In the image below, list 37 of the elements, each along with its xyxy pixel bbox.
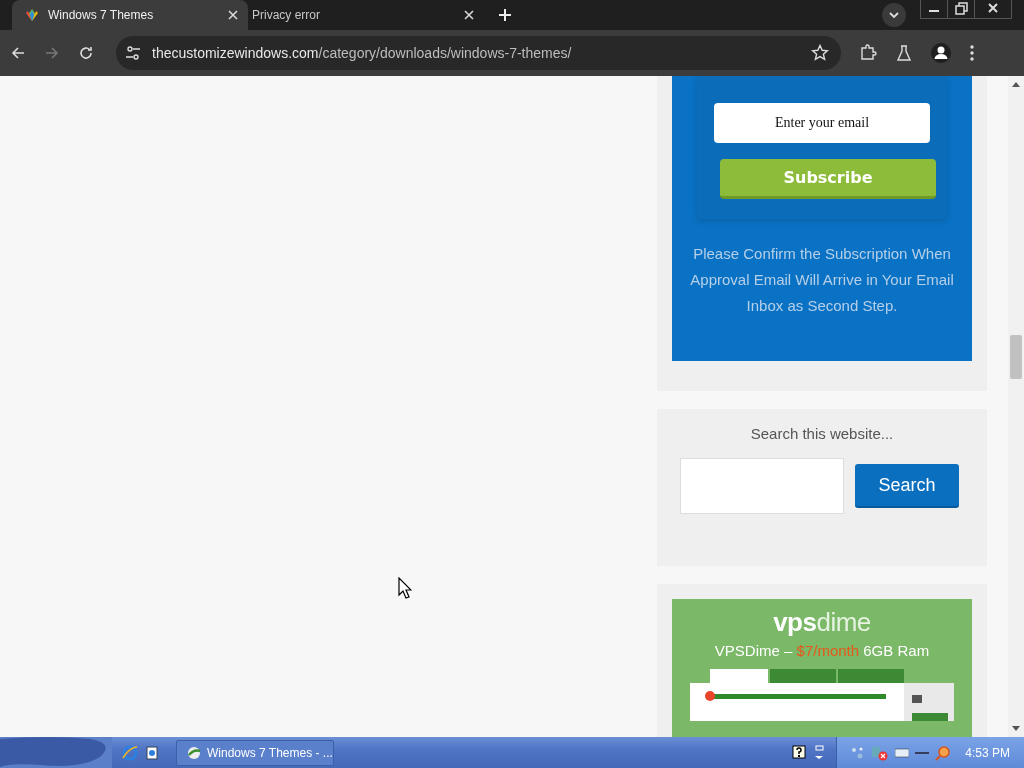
browser-tab[interactable]: Windows 7 Themes — [12, 0, 248, 30]
forward-icon[interactable] — [44, 45, 60, 61]
puzzle-piece-icon[interactable] — [859, 44, 877, 62]
scrollbar[interactable] — [1008, 76, 1024, 737]
browser-e-icon[interactable] — [122, 744, 138, 761]
browser-tab[interactable]: Privacy error — [248, 0, 484, 30]
scroll-down-icon[interactable] — [1012, 726, 1020, 731]
email-field[interactable]: Enter your email — [714, 103, 930, 143]
chevron-down-icon[interactable] — [882, 3, 906, 27]
more-options-icon[interactable] — [969, 44, 975, 62]
star-icon[interactable] — [811, 44, 829, 62]
security-warning-icon[interactable] — [871, 744, 890, 761]
taskbar-window-button[interactable]: Windows 7 Themes - ... — [176, 739, 334, 766]
browser-icon — [187, 745, 201, 760]
help-icon[interactable] — [792, 744, 807, 761]
search-button[interactable]: Search — [855, 464, 959, 508]
clock[interactable]: 4:53 PM — [965, 745, 1010, 760]
search-field[interactable] — [680, 458, 844, 514]
reload-icon[interactable] — [78, 45, 94, 61]
start-button-drawing[interactable] — [0, 737, 112, 768]
profile-icon[interactable] — [931, 43, 951, 63]
document-icon[interactable] — [144, 744, 160, 761]
widget-title: Search this website... — [749, 425, 895, 442]
leaf-logo-icon — [24, 7, 40, 23]
window-switch-icon[interactable] — [814, 744, 825, 761]
plus-icon[interactable] — [498, 8, 512, 22]
keyboard-icon[interactable] — [895, 747, 910, 758]
scroll-thumb[interactable] — [1010, 334, 1022, 379]
scroll-up-icon[interactable] — [1012, 82, 1020, 87]
cursor-icon — [398, 577, 412, 599]
subscription-note: Please Confirm the Subscription When Approval Email Will Arrive in Your Email Inbox as Second Step. — [689, 244, 955, 316]
site-settings-icon[interactable] — [124, 44, 142, 62]
flask-icon[interactable] — [895, 44, 913, 62]
address-bar[interactable]: thecustomizewindows.com/category/downloads/windows-7-themes/ — [116, 36, 841, 70]
ad-headline: VPSDime – $7/month 6GB Ram — [714, 642, 930, 659]
back-icon[interactable] — [10, 45, 26, 61]
ad-logo: vpsdime — [773, 607, 871, 638]
